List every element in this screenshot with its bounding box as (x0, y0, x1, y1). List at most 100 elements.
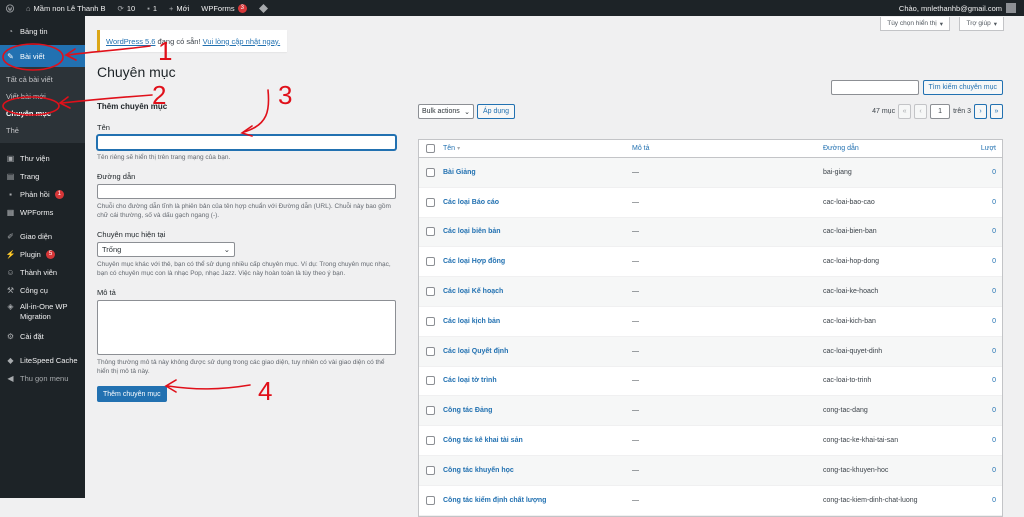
select-all-checkbox[interactable] (419, 144, 441, 153)
help-button[interactable]: Trợ giúp ▾ (959, 17, 1004, 31)
menu-dashboard[interactable]: ◔ Bảng tin (0, 22, 85, 40)
menu-tools[interactable]: ⚒ Công cụ (0, 281, 85, 299)
parent-category-select[interactable]: Trống ⌄ (97, 242, 235, 257)
category-count-link[interactable]: 0 (953, 288, 1002, 295)
slug-input[interactable] (97, 184, 396, 199)
menu-litespeed[interactable]: ◆ LiteSpeed Cache (0, 351, 85, 369)
category-count-link[interactable]: 0 (953, 348, 1002, 355)
table-row: Các loại Quyết định — cac-loai-quyet-dinh 0 (419, 336, 1002, 367)
menu-users[interactable]: ☺ Thành viên (0, 263, 85, 281)
search-input[interactable] (830, 80, 919, 95)
tools-icon: ⚒ (6, 285, 15, 295)
last-page-button[interactable]: » (990, 104, 1003, 119)
collapse-menu-button[interactable]: ◀ Thu gọn menu (0, 369, 85, 387)
category-name-link[interactable]: Công tác kê khai tài sản (441, 437, 632, 444)
menu-appearance[interactable]: ✐ Giao diện (0, 227, 85, 245)
diamond-icon[interactable] (253, 0, 274, 16)
collapse-icon: ◀ (7, 373, 14, 383)
row-checkbox[interactable] (419, 227, 441, 237)
row-checkbox[interactable] (419, 346, 441, 356)
updates-link[interactable]: ⟳ 10 (112, 0, 142, 16)
updates-icon: ⟳ (117, 3, 124, 13)
add-category-form: Thêm chuyên mục Tên Tên riêng sẽ hiển th… (97, 102, 397, 402)
row-checkbox[interactable] (419, 197, 441, 207)
menu-comments[interactable]: ▪ Phản hồi 1 (0, 185, 85, 203)
category-name-link[interactable]: Bài Giảng (441, 169, 632, 176)
category-count-link[interactable]: 0 (953, 318, 1002, 325)
column-slug-header[interactable]: Đường dẫn (823, 145, 953, 152)
new-content-link[interactable]: + Mới (163, 0, 195, 16)
menu-posts[interactable]: ✎ Bài viết (0, 45, 85, 67)
submenu-new-post[interactable]: Viết bài mới (0, 88, 85, 105)
category-count-link[interactable]: 0 (953, 169, 1002, 176)
wordpress-version-link[interactable]: WordPress 5.6 (106, 37, 155, 46)
submenu-categories[interactable]: Chuyên mục (0, 105, 85, 122)
row-checkbox[interactable] (419, 167, 441, 177)
form-heading: Thêm chuyên mục (97, 102, 168, 111)
category-name-link[interactable]: Các loại tờ trình (441, 377, 632, 384)
table-row: Công tác khuyến học — cong-tac-khuyen-hoc 0 (419, 455, 1002, 486)
category-name-link[interactable]: Công tác khuyến học (441, 467, 632, 474)
category-count-link[interactable]: 0 (953, 437, 1002, 444)
menu-wpforms[interactable]: ▦ WPForms (0, 203, 85, 221)
category-description: — (632, 228, 639, 236)
category-count-link[interactable]: 0 (953, 228, 1002, 235)
avatar (1006, 3, 1016, 13)
submenu-tags[interactable]: Thẻ (0, 122, 85, 139)
menu-plugins[interactable]: ⚡ Plugin 5 (0, 245, 85, 263)
table-row: Các loại Kế hoạch — cac-loai-ke-hoach 0 (419, 277, 1002, 307)
current-page-input[interactable]: 1 (930, 104, 951, 119)
category-name-link[interactable]: Công tác Đảng (441, 407, 632, 414)
menu-migration[interactable]: ◈ All-in-One WP Migration (0, 299, 85, 327)
name-label: Tên (97, 123, 110, 132)
category-name-link[interactable]: Các loại Kế hoạch (441, 288, 632, 295)
row-checkbox[interactable] (419, 316, 441, 326)
dashboard-icon: ◔ (8, 26, 13, 36)
submenu-all-posts[interactable]: Tất cả bài viết (0, 71, 85, 88)
category-slug: cac-loai-bien-ban (823, 228, 877, 236)
category-count-link[interactable]: 0 (953, 407, 1002, 414)
slug-label: Đường dẫn (97, 172, 136, 181)
screen-options-button[interactable]: Tùy chọn hiển thị ▾ (880, 17, 950, 31)
chevron-down-icon: ▾ (993, 20, 997, 28)
category-name-link[interactable]: Các loại biên bản (441, 228, 632, 235)
wpforms-link[interactable]: WPForms 3 (195, 0, 253, 16)
row-checkbox[interactable] (419, 257, 441, 267)
category-name-link[interactable]: Các loại kịch bản (441, 318, 632, 325)
table-row: Công tác Đảng — cong-tac-dang 0 (419, 396, 1002, 427)
row-checkbox[interactable] (419, 436, 441, 446)
row-checkbox[interactable] (419, 287, 441, 297)
category-count-link[interactable]: 0 (953, 377, 1002, 384)
next-page-button[interactable]: › (974, 104, 987, 119)
category-name-link[interactable]: Các loại Hợp đồng (441, 258, 632, 265)
update-now-link[interactable]: Vui lòng cập nhật ngay. (203, 37, 281, 46)
menu-media[interactable]: ▣ Thư viện (0, 149, 85, 167)
category-name-link[interactable]: Các loại Báo cáo (441, 199, 632, 206)
wordpress-logo-icon[interactable] (0, 0, 20, 16)
category-name-link[interactable]: Các loại Quyết định (441, 348, 632, 355)
add-category-button[interactable]: Thêm chuyên mục (97, 386, 167, 402)
table-header: Tên ▾ Mô tả Đường dẫn Lượt (419, 140, 1002, 158)
row-checkbox[interactable] (419, 495, 441, 505)
column-name-header[interactable]: Tên ▾ (441, 145, 632, 152)
comments-link[interactable]: ▪ 1 (141, 0, 163, 16)
name-input[interactable] (97, 135, 396, 150)
description-help: Thông thường mô tả này không được sử dụn… (97, 359, 385, 375)
apply-button[interactable]: Áp dụng (477, 104, 516, 119)
menu-settings[interactable]: ⚙ Cài đặt (0, 327, 85, 345)
menu-pages[interactable]: ▤ Trang (0, 167, 85, 185)
plugins-badge: 5 (45, 249, 56, 259)
user-account-link[interactable]: Chào, mnlethanhb@gmail.com (899, 0, 1016, 16)
row-checkbox[interactable] (419, 465, 441, 475)
category-count-link[interactable]: 0 (953, 199, 1002, 206)
row-checkbox[interactable] (419, 376, 441, 386)
category-count-link[interactable]: 0 (953, 258, 1002, 265)
column-desc-header[interactable]: Mô tả (632, 145, 823, 152)
description-textarea[interactable] (97, 300, 396, 355)
row-checkbox[interactable] (419, 406, 441, 416)
column-count-header[interactable]: Lượt (953, 145, 1002, 152)
category-count-link[interactable]: 0 (953, 467, 1002, 474)
site-name-link[interactable]: ⌂ Mầm non Lê Thanh B (20, 0, 112, 16)
bulk-actions-select[interactable]: Bulk actions ⌄ (418, 104, 474, 119)
search-categories-button[interactable]: Tìm kiếm chuyên mục (922, 80, 1003, 95)
